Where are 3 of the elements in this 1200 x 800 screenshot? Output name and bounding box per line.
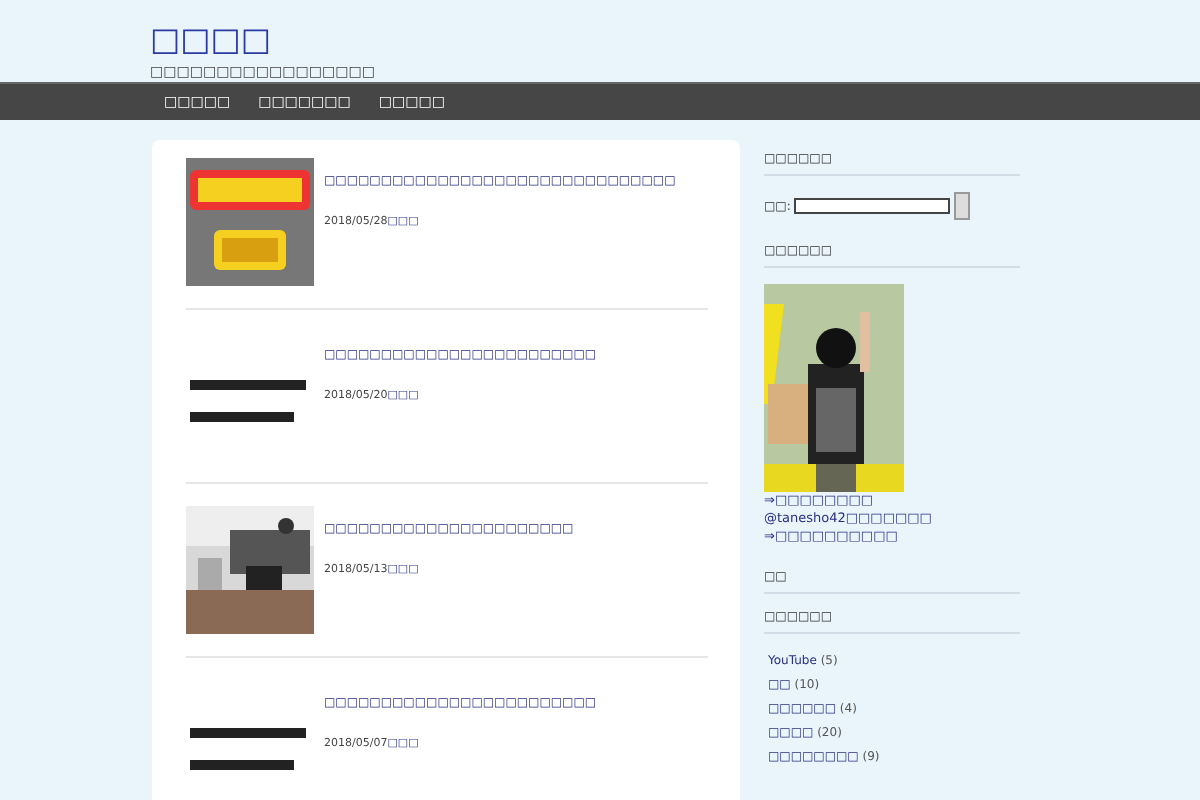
search-button[interactable]: [954, 192, 971, 220]
site-title[interactable]: □□□□: [150, 22, 271, 58]
search-field[interactable]: [794, 198, 951, 214]
